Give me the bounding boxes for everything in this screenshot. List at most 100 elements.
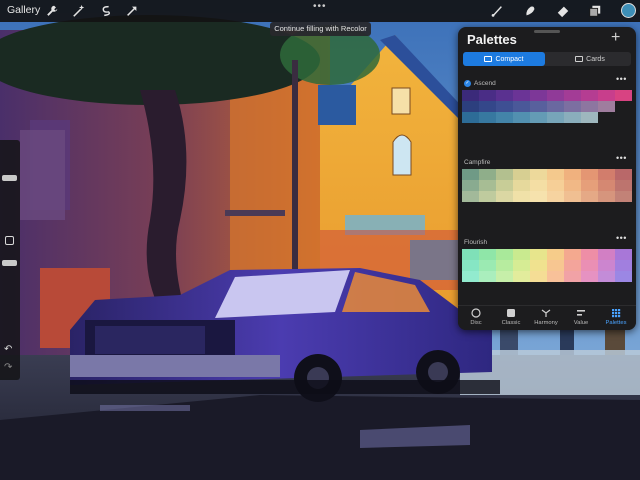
color-swatch[interactable]	[479, 271, 496, 282]
color-swatch[interactable]	[479, 260, 496, 271]
color-swatch[interactable]	[496, 90, 513, 101]
color-swatch[interactable]	[581, 249, 598, 260]
color-swatch[interactable]	[598, 112, 615, 123]
color-swatch[interactable]	[462, 169, 479, 180]
smudge-icon[interactable]	[522, 3, 538, 19]
color-swatch[interactable]	[581, 101, 598, 112]
color-swatch[interactable]	[581, 180, 598, 191]
transform-arrow-icon[interactable]	[124, 3, 140, 19]
color-swatch[interactable]	[564, 101, 581, 112]
color-swatch[interactable]	[479, 180, 496, 191]
color-swatch[interactable]	[462, 180, 479, 191]
color-swatch[interactable]	[496, 169, 513, 180]
color-swatch[interactable]	[615, 169, 632, 180]
redo-button[interactable]: ↷	[4, 362, 12, 373]
color-swatch[interactable]	[598, 90, 615, 101]
color-swatch[interactable]	[513, 101, 530, 112]
color-swatch[interactable]	[496, 180, 513, 191]
color-swatch[interactable]	[615, 191, 632, 202]
color-swatch[interactable]	[462, 90, 479, 101]
color-swatch[interactable]	[479, 112, 496, 123]
eraser-icon[interactable]	[555, 3, 571, 19]
color-swatch[interactable]	[564, 271, 581, 282]
color-swatch[interactable]	[530, 101, 547, 112]
color-swatch[interactable]	[598, 191, 615, 202]
color-swatch[interactable]	[530, 169, 547, 180]
color-swatch[interactable]	[496, 271, 513, 282]
color-swatch[interactable]	[530, 90, 547, 101]
color-swatch[interactable]	[513, 169, 530, 180]
color-swatch[interactable]	[564, 180, 581, 191]
color-swatch[interactable]	[513, 180, 530, 191]
tab-harmony[interactable]: Harmony	[529, 308, 563, 326]
more-options-button[interactable]: •••	[313, 1, 327, 12]
brush-opacity-slider[interactable]	[2, 260, 17, 266]
gallery-button[interactable]: Gallery	[7, 4, 40, 16]
color-swatch[interactable]	[496, 249, 513, 260]
color-swatch[interactable]	[479, 90, 496, 101]
color-swatch[interactable]	[598, 180, 615, 191]
color-swatch[interactable]	[530, 260, 547, 271]
color-swatch[interactable]	[513, 90, 530, 101]
color-swatch[interactable]	[530, 249, 547, 260]
color-swatch[interactable]	[598, 271, 615, 282]
color-swatch[interactable]	[598, 101, 615, 112]
color-swatch[interactable]	[530, 112, 547, 123]
color-swatch[interactable]	[530, 180, 547, 191]
palette-more-button[interactable]: •••	[616, 233, 627, 243]
undo-button[interactable]: ↶	[4, 344, 12, 355]
color-swatch[interactable]	[462, 191, 479, 202]
color-swatch[interactable]	[581, 271, 598, 282]
color-swatch[interactable]	[530, 191, 547, 202]
modify-button[interactable]	[5, 236, 14, 245]
color-swatch[interactable]	[462, 249, 479, 260]
compact-view-button[interactable]: Compact	[463, 52, 545, 66]
brush-icon[interactable]	[489, 3, 505, 19]
color-swatch[interactable]	[581, 90, 598, 101]
color-swatch[interactable]	[479, 101, 496, 112]
color-swatch[interactable]	[496, 112, 513, 123]
color-swatch[interactable]	[462, 271, 479, 282]
color-swatch[interactable]	[513, 112, 530, 123]
color-swatch[interactable]	[513, 260, 530, 271]
color-swatch[interactable]	[547, 180, 564, 191]
color-swatch[interactable]	[598, 169, 615, 180]
color-swatch[interactable]	[513, 271, 530, 282]
color-swatch[interactable]	[547, 271, 564, 282]
color-swatch[interactable]	[496, 101, 513, 112]
color-swatch[interactable]	[598, 260, 615, 271]
color-swatch[interactable]	[462, 260, 479, 271]
color-swatch[interactable]	[530, 271, 547, 282]
selection-icon[interactable]	[98, 3, 114, 19]
color-swatch[interactable]	[581, 260, 598, 271]
palette-more-button[interactable]: •••	[616, 153, 627, 163]
color-swatch[interactable]	[598, 249, 615, 260]
color-swatch[interactable]	[547, 101, 564, 112]
color-swatch[interactable]	[547, 191, 564, 202]
color-swatch[interactable]	[513, 191, 530, 202]
color-swatch[interactable]	[615, 101, 632, 112]
color-swatch[interactable]	[479, 169, 496, 180]
color-picker-button[interactable]	[621, 3, 636, 18]
color-swatch[interactable]	[462, 101, 479, 112]
color-swatch[interactable]	[547, 169, 564, 180]
color-swatch[interactable]	[615, 260, 632, 271]
color-swatch[interactable]	[564, 90, 581, 101]
brush-size-slider[interactable]	[2, 175, 17, 181]
color-swatch[interactable]	[564, 112, 581, 123]
tab-value[interactable]: Value	[564, 308, 598, 326]
color-swatch[interactable]	[462, 112, 479, 123]
color-swatch[interactable]	[581, 191, 598, 202]
cards-view-button[interactable]: Cards	[549, 52, 631, 66]
panel-grab-handle[interactable]	[534, 30, 560, 33]
color-swatch[interactable]	[615, 180, 632, 191]
color-swatch[interactable]	[564, 169, 581, 180]
color-swatch[interactable]	[479, 191, 496, 202]
color-swatch[interactable]	[513, 249, 530, 260]
color-swatch[interactable]	[547, 260, 564, 271]
color-swatch[interactable]	[564, 191, 581, 202]
color-swatch[interactable]	[547, 249, 564, 260]
color-swatch[interactable]	[615, 249, 632, 260]
color-swatch[interactable]	[496, 191, 513, 202]
magic-wand-icon[interactable]	[71, 3, 87, 19]
